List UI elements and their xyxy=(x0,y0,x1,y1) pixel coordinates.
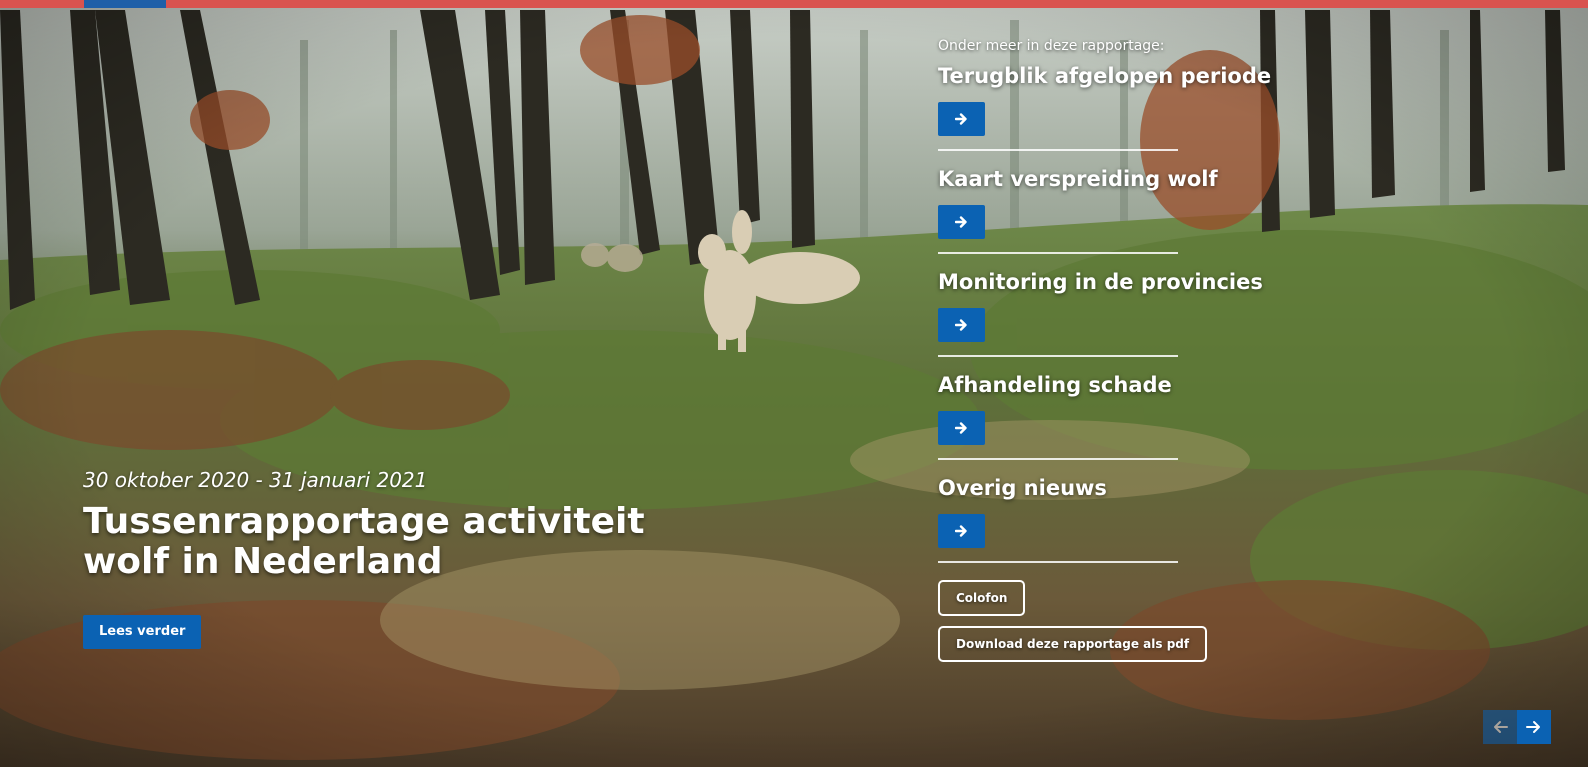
page-title: Tussenrapportage activiteit wolf in Nede… xyxy=(83,501,645,582)
nav-item-overig-nieuws-button[interactable] xyxy=(938,514,985,548)
nav-item-schade-button[interactable] xyxy=(938,411,985,445)
read-more-button[interactable]: Lees verder xyxy=(83,615,202,649)
nav-intro: Onder meer in deze rapportage: xyxy=(938,38,1165,54)
nav-divider xyxy=(938,458,1178,460)
hero-text: 30 oktober 2020 - 31 januari 2021 Tussen… xyxy=(83,466,843,582)
arrow-right-icon xyxy=(954,319,967,331)
nav-item-title: Kaart verspreiding wolf xyxy=(938,167,1218,191)
report-date-range: 30 oktober 2020 - 31 januari 2021 xyxy=(83,468,428,492)
nav-item-title: Terugblik afgelopen periode xyxy=(938,64,1272,88)
nav-item-title: Overig nieuws xyxy=(938,476,1107,500)
arrow-right-icon xyxy=(954,422,967,434)
top-bar-accent xyxy=(84,0,166,8)
arrow-right-icon xyxy=(954,216,967,228)
arrow-right-icon xyxy=(1526,721,1540,733)
nav-item-terugblik-button[interactable] xyxy=(938,102,985,136)
nav-item-schade: Afhandeling schade xyxy=(938,371,1278,474)
arrow-right-icon xyxy=(954,113,967,125)
colofon-button[interactable]: Colofon xyxy=(938,580,1026,616)
arrow-right-icon xyxy=(954,525,967,537)
forest-background-image xyxy=(0,0,1588,767)
nav-divider xyxy=(938,561,1178,563)
nav-item-terugblik: Terugblik afgelopen periode xyxy=(938,62,1278,165)
download-pdf-button[interactable]: Download deze rapportage als pdf xyxy=(938,626,1208,662)
arrow-left-icon xyxy=(1494,721,1508,733)
slider-prev-button[interactable] xyxy=(1483,710,1517,744)
nav-divider xyxy=(938,252,1178,254)
top-color-bar xyxy=(0,0,1588,8)
nav-item-monitoring-button[interactable] xyxy=(938,308,985,342)
hero-slide: 30 oktober 2020 - 31 januari 2021 Tussen… xyxy=(0,0,1588,767)
report-sections-nav: Onder meer in deze rapportage: Terugblik… xyxy=(938,36,1278,577)
nav-item-kaart-button[interactable] xyxy=(938,205,985,239)
nav-item-title: Monitoring in de provincies xyxy=(938,270,1263,294)
slider-next-button[interactable] xyxy=(1517,710,1551,744)
nav-item-monitoring: Monitoring in de provincies xyxy=(938,268,1278,371)
nav-divider xyxy=(938,149,1178,151)
nav-item-title: Afhandeling schade xyxy=(938,373,1172,397)
nav-divider xyxy=(938,355,1178,357)
nav-item-overig-nieuws: Overig nieuws xyxy=(938,474,1278,577)
nav-item-kaart: Kaart verspreiding wolf xyxy=(938,165,1278,268)
